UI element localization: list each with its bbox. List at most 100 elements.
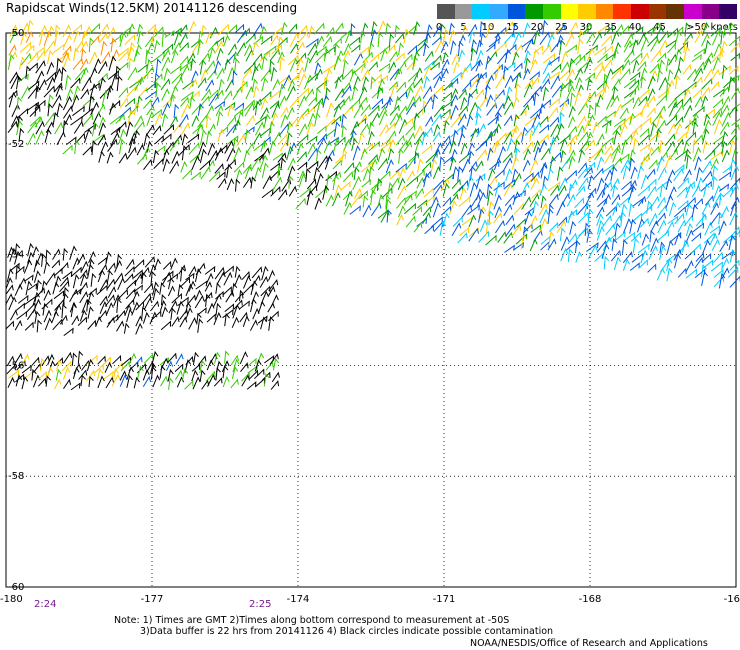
wind-barb (658, 39, 668, 53)
wind-barb (323, 139, 332, 154)
wind-barb (313, 166, 320, 181)
wind-barb (673, 138, 685, 153)
wind-barb (493, 194, 502, 210)
wind-barb (649, 229, 655, 243)
wind-barb (155, 58, 162, 74)
wind-barb (25, 44, 35, 55)
wind-barb (270, 112, 279, 127)
wind-barb (188, 316, 197, 330)
wind-barb (265, 361, 274, 371)
wind-barb (251, 65, 259, 81)
wind-barb (47, 49, 54, 65)
wind-barb (602, 214, 612, 228)
wind-barb (677, 267, 687, 278)
wind-barb (530, 85, 542, 98)
wind-barb (97, 256, 108, 265)
wind-barb (124, 34, 136, 45)
wind-barb (657, 167, 667, 181)
wind-barb (117, 277, 126, 291)
wind-barb (503, 231, 513, 244)
wind-barb (521, 196, 532, 210)
wind-barb (176, 300, 184, 315)
wind-barb (232, 86, 243, 101)
wind-barb (17, 294, 29, 304)
wind-barb (106, 302, 114, 315)
wind-barb (128, 57, 134, 71)
wind-barb (325, 194, 334, 207)
wind-barb (115, 121, 127, 133)
wind-barb (62, 119, 69, 134)
wind-barb (36, 279, 42, 291)
wind-barb (116, 298, 122, 313)
wind-barb (728, 234, 736, 251)
wind-barb (165, 360, 174, 372)
wind-barb (53, 290, 65, 300)
wind-barb (231, 366, 239, 380)
wind-barb (241, 79, 247, 93)
wind-barb (458, 49, 466, 63)
wind-barb (683, 104, 693, 119)
wind-barb (235, 178, 241, 192)
wind-barb (74, 139, 80, 155)
wind-barb (659, 139, 665, 154)
wind-barb (298, 95, 307, 109)
wind-barb (126, 279, 137, 290)
wind-barb (78, 369, 88, 380)
wind-barb (107, 138, 118, 152)
wind-barb (200, 24, 207, 38)
wind-barb (314, 197, 322, 210)
wind-barb (704, 108, 716, 118)
wind-barb (353, 103, 364, 119)
wind-barb (167, 285, 176, 297)
wind-barb (249, 319, 258, 331)
wind-barb (160, 320, 172, 331)
wind-barb (692, 76, 703, 90)
wind-barb (701, 95, 709, 108)
wind-barb (205, 60, 216, 73)
wind-barb (161, 113, 169, 127)
wind-barb (133, 120, 145, 134)
wind-barb (560, 51, 569, 65)
wind-barb (632, 96, 641, 110)
wind-barb (223, 89, 233, 101)
wind-barb (494, 64, 503, 80)
wind-barb (475, 174, 484, 190)
wind-barb (134, 356, 143, 366)
wind-barb (506, 137, 515, 152)
wind-barb (358, 132, 365, 145)
wind-barb (270, 162, 280, 171)
wind-barb (668, 201, 677, 217)
wind-barb (377, 31, 384, 48)
wind-barb (646, 185, 657, 199)
wind-barb (169, 64, 182, 75)
wind-barb (15, 265, 21, 280)
wind-barb (126, 84, 138, 97)
wind-barb (631, 39, 639, 54)
wind-barb (395, 32, 405, 44)
wind-barb (578, 149, 586, 163)
wind-barb (260, 316, 267, 330)
wind-barb (129, 78, 142, 89)
wind-barb (695, 61, 705, 74)
wind-barb (179, 277, 191, 288)
wind-barb (575, 250, 583, 263)
wind-barb (623, 77, 636, 89)
wind-barb (77, 350, 84, 364)
credit-line: NOAA/NESDIS/Office of Research and Appli… (470, 638, 708, 649)
wind-barb (112, 362, 124, 373)
wind-barb (143, 158, 153, 171)
wind-barb (16, 119, 23, 136)
wind-barb (480, 134, 492, 147)
wind-barb (655, 212, 666, 225)
wind-barb (175, 353, 184, 365)
wind-barb (621, 97, 635, 108)
wind-barb (56, 131, 66, 146)
wind-barb (712, 175, 718, 190)
wind-barb (407, 44, 417, 55)
time-label-start: 2:24 (34, 599, 57, 610)
wind-barb (234, 57, 240, 73)
wind-barb (270, 185, 281, 197)
wind-barb (479, 32, 486, 47)
wind-barb (370, 202, 382, 217)
wind-barb (360, 31, 366, 44)
